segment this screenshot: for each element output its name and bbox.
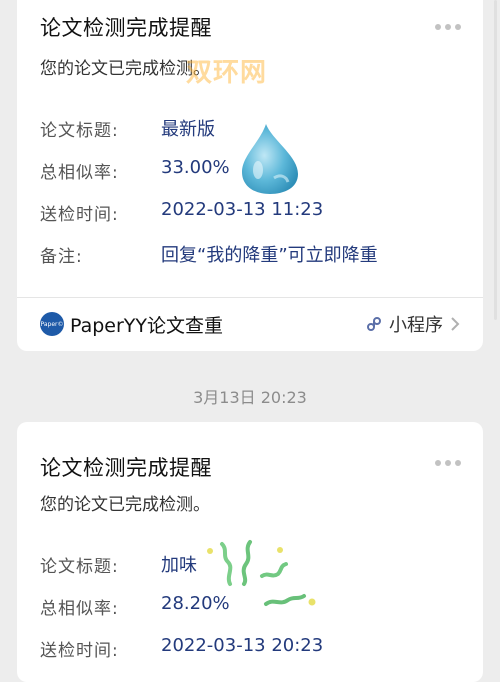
watermark-text: 双环网 — [186, 58, 268, 88]
field-value-submit-time: 2022-03-13 20:23 — [161, 635, 324, 656]
paperyy-logo-icon: Paper© — [40, 312, 64, 336]
chevron-right-icon — [449, 315, 461, 333]
app-name: PaperYY论文查重 — [70, 314, 224, 337]
card-subtitle: 您的论文已完成检测。 — [40, 59, 210, 79]
field-label-similarity: 总相似率: — [40, 163, 119, 183]
field-value-submit-time: 2022-03-13 11:23 — [161, 199, 324, 220]
squiggle-sticker-icon — [200, 536, 325, 620]
divider — [17, 297, 483, 298]
field-label-submit-time: 送检时间: — [40, 205, 119, 225]
field-label-title: 论文标题: — [40, 121, 119, 141]
scrollbar[interactable] — [494, 0, 497, 320]
field-value-similarity: 33.00% — [161, 157, 230, 178]
water-drop-sticker-icon — [238, 122, 302, 200]
more-dots-icon[interactable] — [435, 460, 461, 466]
mini-program-link-icon — [365, 315, 383, 333]
mini-program-label: 小程序 — [389, 315, 443, 336]
field-label-note: 备注: — [40, 247, 83, 267]
field-label-title: 论文标题: — [40, 557, 119, 577]
more-dots-icon[interactable] — [435, 24, 461, 30]
card-subtitle: 您的论文已完成检测。 — [40, 495, 210, 515]
field-value-title: 最新版 — [161, 119, 215, 140]
field-value-note: 回复“我的降重”可立即降重 — [161, 245, 378, 266]
card-title: 论文检测完成提醒 — [40, 456, 212, 480]
field-label-submit-time: 送检时间: — [40, 641, 119, 661]
field-label-similarity: 总相似率: — [40, 599, 119, 619]
card-footer[interactable]: Paper© PaperYY论文查重 小程序 — [17, 299, 483, 349]
message-timestamp: 3月13日 20:23 — [193, 388, 307, 407]
mini-program-link[interactable]: 小程序 — [365, 311, 461, 337]
field-value-title: 加味 — [161, 555, 197, 576]
card-title: 论文检测完成提醒 — [40, 16, 212, 40]
